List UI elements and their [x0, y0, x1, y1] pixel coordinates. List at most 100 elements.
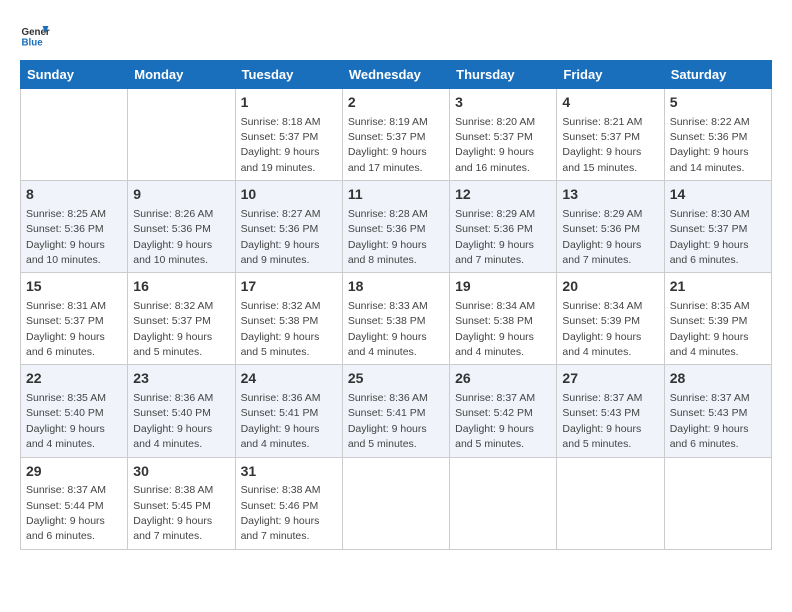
calendar-day-cell: 22 Sunrise: 8:35 AMSunset: 5:40 PMDaylig…: [21, 365, 128, 457]
day-number: 28: [670, 369, 766, 389]
day-info: Sunrise: 8:34 AMSunset: 5:39 PMDaylight:…: [562, 300, 642, 358]
day-number: 19: [455, 277, 551, 297]
calendar-day-cell: 29 Sunrise: 8:37 AMSunset: 5:44 PMDaylig…: [21, 457, 128, 549]
day-info: Sunrise: 8:29 AMSunset: 5:36 PMDaylight:…: [455, 208, 535, 266]
calendar-table: SundayMondayTuesdayWednesdayThursdayFrid…: [20, 60, 772, 550]
calendar-day-cell: 11 Sunrise: 8:28 AMSunset: 5:36 PMDaylig…: [342, 181, 449, 273]
calendar-day-cell: 30 Sunrise: 8:38 AMSunset: 5:45 PMDaylig…: [128, 457, 235, 549]
day-number: 1: [241, 93, 337, 113]
weekday-header: Wednesday: [342, 61, 449, 89]
calendar-day-cell: 26 Sunrise: 8:37 AMSunset: 5:42 PMDaylig…: [450, 365, 557, 457]
day-number: 12: [455, 185, 551, 205]
day-info: Sunrise: 8:34 AMSunset: 5:38 PMDaylight:…: [455, 300, 535, 358]
day-info: Sunrise: 8:32 AMSunset: 5:37 PMDaylight:…: [133, 300, 213, 358]
calendar-day-cell: 9 Sunrise: 8:26 AMSunset: 5:36 PMDayligh…: [128, 181, 235, 273]
calendar-week-row: 8 Sunrise: 8:25 AMSunset: 5:36 PMDayligh…: [21, 181, 772, 273]
logo: General Blue: [20, 20, 50, 50]
day-info: Sunrise: 8:28 AMSunset: 5:36 PMDaylight:…: [348, 208, 428, 266]
calendar-week-row: 15 Sunrise: 8:31 AMSunset: 5:37 PMDaylig…: [21, 273, 772, 365]
calendar-day-cell: [342, 457, 449, 549]
day-info: Sunrise: 8:36 AMSunset: 5:40 PMDaylight:…: [133, 392, 213, 450]
calendar-week-row: 1 Sunrise: 8:18 AMSunset: 5:37 PMDayligh…: [21, 89, 772, 181]
day-info: Sunrise: 8:27 AMSunset: 5:36 PMDaylight:…: [241, 208, 321, 266]
day-info: Sunrise: 8:25 AMSunset: 5:36 PMDaylight:…: [26, 208, 106, 266]
weekday-header: Tuesday: [235, 61, 342, 89]
day-number: 13: [562, 185, 658, 205]
day-number: 31: [241, 462, 337, 482]
calendar-day-cell: 28 Sunrise: 8:37 AMSunset: 5:43 PMDaylig…: [664, 365, 771, 457]
calendar-week-row: 29 Sunrise: 8:37 AMSunset: 5:44 PMDaylig…: [21, 457, 772, 549]
day-info: Sunrise: 8:37 AMSunset: 5:43 PMDaylight:…: [562, 392, 642, 450]
day-number: 8: [26, 185, 122, 205]
calendar-day-cell: 16 Sunrise: 8:32 AMSunset: 5:37 PMDaylig…: [128, 273, 235, 365]
calendar-day-cell: 5 Sunrise: 8:22 AMSunset: 5:36 PMDayligh…: [664, 89, 771, 181]
day-info: Sunrise: 8:30 AMSunset: 5:37 PMDaylight:…: [670, 208, 750, 266]
calendar-day-cell: 14 Sunrise: 8:30 AMSunset: 5:37 PMDaylig…: [664, 181, 771, 273]
calendar-day-cell: [664, 457, 771, 549]
day-number: 16: [133, 277, 229, 297]
calendar-day-cell: 21 Sunrise: 8:35 AMSunset: 5:39 PMDaylig…: [664, 273, 771, 365]
calendar-day-cell: 27 Sunrise: 8:37 AMSunset: 5:43 PMDaylig…: [557, 365, 664, 457]
day-number: 2: [348, 93, 444, 113]
calendar-day-cell: 15 Sunrise: 8:31 AMSunset: 5:37 PMDaylig…: [21, 273, 128, 365]
day-number: 15: [26, 277, 122, 297]
day-number: 30: [133, 462, 229, 482]
weekday-header-row: SundayMondayTuesdayWednesdayThursdayFrid…: [21, 61, 772, 89]
calendar-day-cell: 24 Sunrise: 8:36 AMSunset: 5:41 PMDaylig…: [235, 365, 342, 457]
day-number: 3: [455, 93, 551, 113]
calendar-day-cell: 18 Sunrise: 8:33 AMSunset: 5:38 PMDaylig…: [342, 273, 449, 365]
calendar-day-cell: [450, 457, 557, 549]
day-info: Sunrise: 8:20 AMSunset: 5:37 PMDaylight:…: [455, 116, 535, 174]
calendar-day-cell: [128, 89, 235, 181]
day-info: Sunrise: 8:29 AMSunset: 5:36 PMDaylight:…: [562, 208, 642, 266]
calendar-day-cell: 13 Sunrise: 8:29 AMSunset: 5:36 PMDaylig…: [557, 181, 664, 273]
svg-text:Blue: Blue: [22, 38, 44, 49]
day-info: Sunrise: 8:26 AMSunset: 5:36 PMDaylight:…: [133, 208, 213, 266]
calendar-day-cell: 31 Sunrise: 8:38 AMSunset: 5:46 PMDaylig…: [235, 457, 342, 549]
calendar-day-cell: 25 Sunrise: 8:36 AMSunset: 5:41 PMDaylig…: [342, 365, 449, 457]
day-number: 4: [562, 93, 658, 113]
calendar-day-cell: 23 Sunrise: 8:36 AMSunset: 5:40 PMDaylig…: [128, 365, 235, 457]
calendar-day-cell: 8 Sunrise: 8:25 AMSunset: 5:36 PMDayligh…: [21, 181, 128, 273]
weekday-header: Monday: [128, 61, 235, 89]
day-info: Sunrise: 8:21 AMSunset: 5:37 PMDaylight:…: [562, 116, 642, 174]
day-number: 25: [348, 369, 444, 389]
day-number: 24: [241, 369, 337, 389]
day-number: 18: [348, 277, 444, 297]
day-info: Sunrise: 8:35 AMSunset: 5:39 PMDaylight:…: [670, 300, 750, 358]
day-number: 23: [133, 369, 229, 389]
day-info: Sunrise: 8:37 AMSunset: 5:43 PMDaylight:…: [670, 392, 750, 450]
day-info: Sunrise: 8:32 AMSunset: 5:38 PMDaylight:…: [241, 300, 321, 358]
day-info: Sunrise: 8:18 AMSunset: 5:37 PMDaylight:…: [241, 116, 321, 174]
day-info: Sunrise: 8:37 AMSunset: 5:44 PMDaylight:…: [26, 484, 106, 542]
day-info: Sunrise: 8:19 AMSunset: 5:37 PMDaylight:…: [348, 116, 428, 174]
day-number: 22: [26, 369, 122, 389]
calendar-day-cell: 3 Sunrise: 8:20 AMSunset: 5:37 PMDayligh…: [450, 89, 557, 181]
calendar-day-cell: 20 Sunrise: 8:34 AMSunset: 5:39 PMDaylig…: [557, 273, 664, 365]
day-number: 11: [348, 185, 444, 205]
weekday-header: Friday: [557, 61, 664, 89]
day-info: Sunrise: 8:35 AMSunset: 5:40 PMDaylight:…: [26, 392, 106, 450]
day-number: 29: [26, 462, 122, 482]
day-number: 17: [241, 277, 337, 297]
day-info: Sunrise: 8:33 AMSunset: 5:38 PMDaylight:…: [348, 300, 428, 358]
day-info: Sunrise: 8:36 AMSunset: 5:41 PMDaylight:…: [241, 392, 321, 450]
day-number: 20: [562, 277, 658, 297]
day-number: 9: [133, 185, 229, 205]
calendar-day-cell: 17 Sunrise: 8:32 AMSunset: 5:38 PMDaylig…: [235, 273, 342, 365]
day-number: 26: [455, 369, 551, 389]
day-info: Sunrise: 8:38 AMSunset: 5:46 PMDaylight:…: [241, 484, 321, 542]
day-number: 14: [670, 185, 766, 205]
weekday-header: Sunday: [21, 61, 128, 89]
calendar-day-cell: 1 Sunrise: 8:18 AMSunset: 5:37 PMDayligh…: [235, 89, 342, 181]
calendar-week-row: 22 Sunrise: 8:35 AMSunset: 5:40 PMDaylig…: [21, 365, 772, 457]
day-info: Sunrise: 8:37 AMSunset: 5:42 PMDaylight:…: [455, 392, 535, 450]
calendar-day-cell: 12 Sunrise: 8:29 AMSunset: 5:36 PMDaylig…: [450, 181, 557, 273]
day-number: 10: [241, 185, 337, 205]
day-number: 21: [670, 277, 766, 297]
calendar-day-cell: [557, 457, 664, 549]
calendar-day-cell: [21, 89, 128, 181]
day-info: Sunrise: 8:22 AMSunset: 5:36 PMDaylight:…: [670, 116, 750, 174]
weekday-header: Thursday: [450, 61, 557, 89]
logo-icon: General Blue: [20, 20, 50, 50]
